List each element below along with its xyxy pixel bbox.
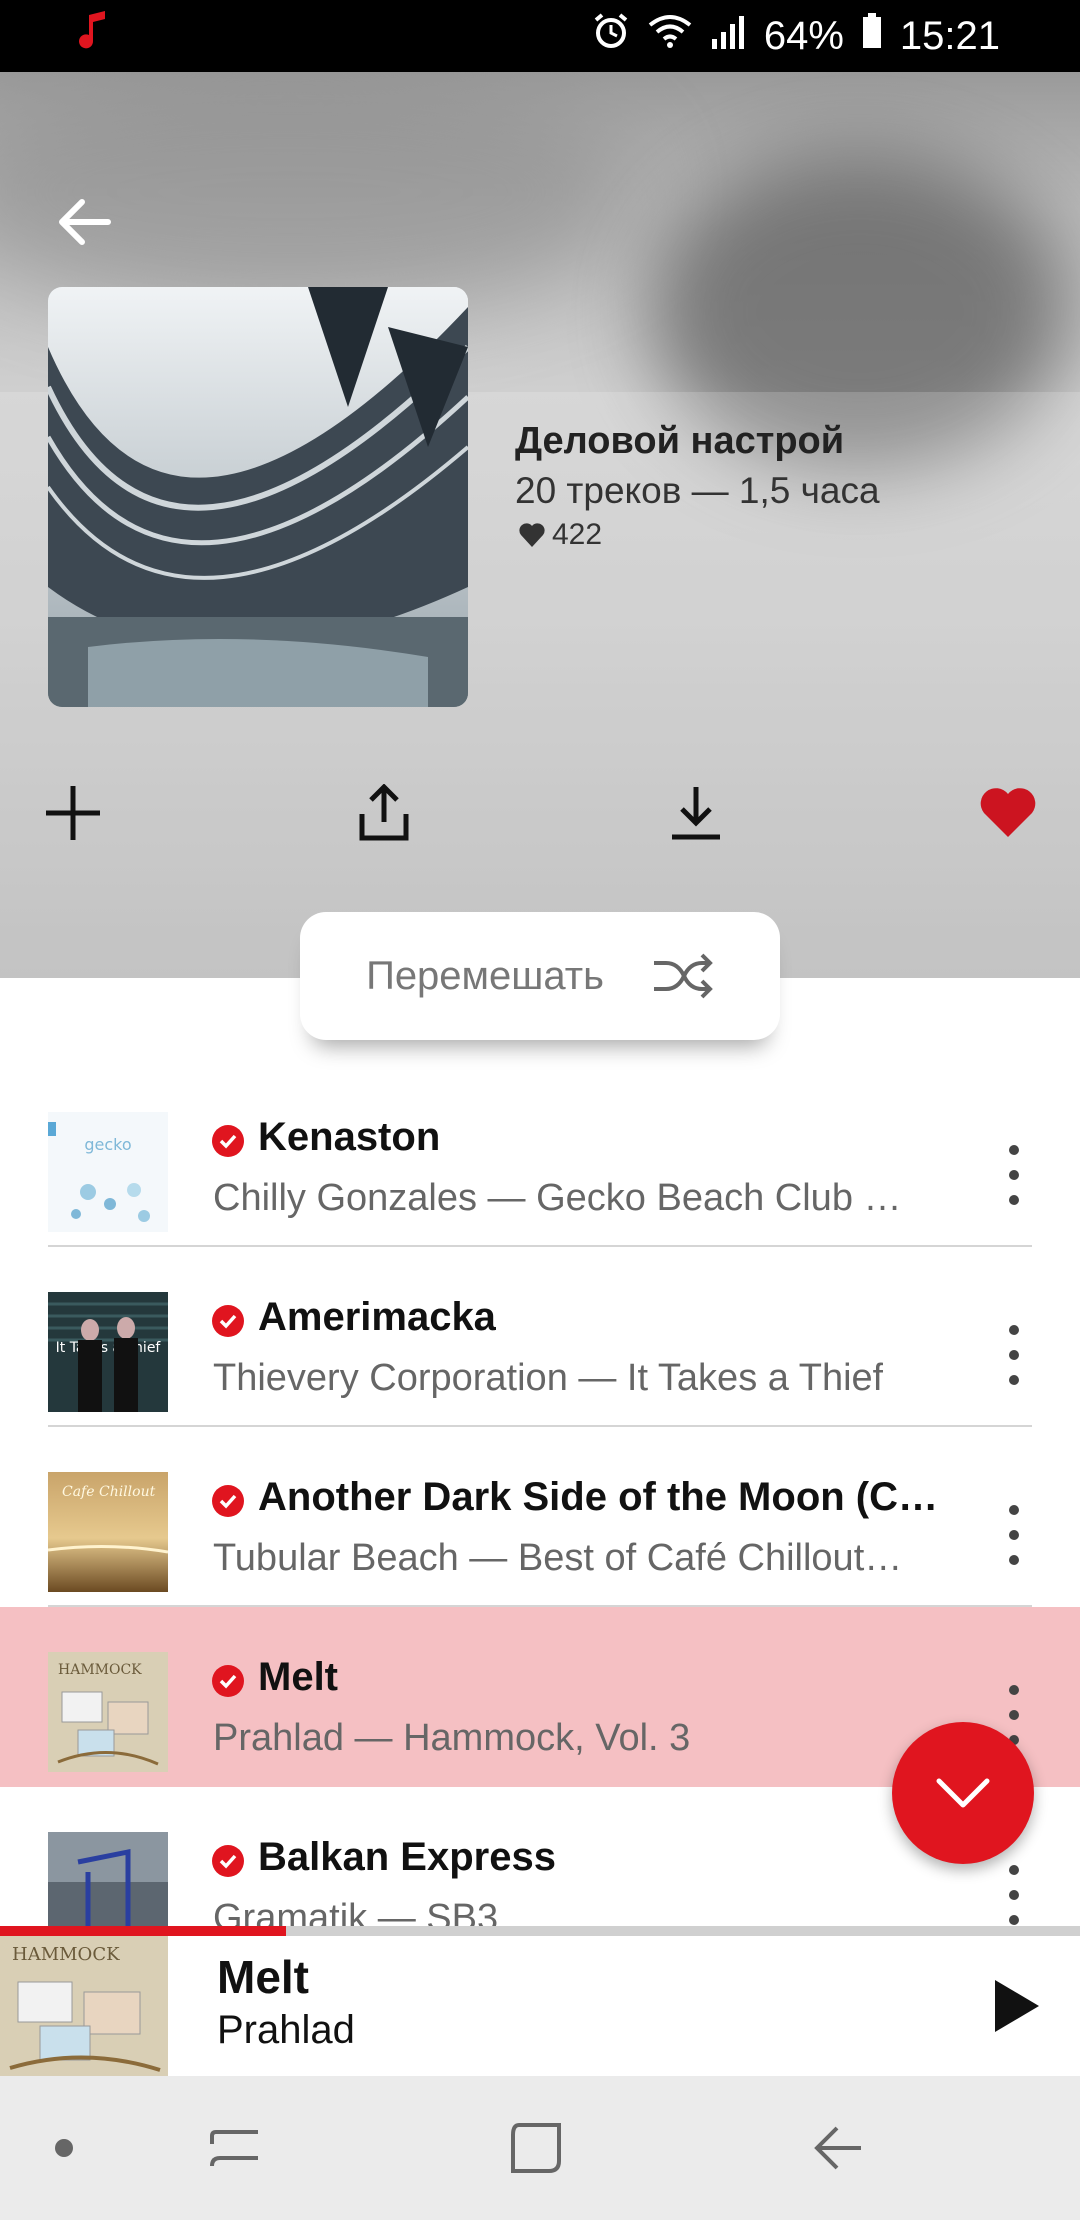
- scroll-to-current-button[interactable]: [892, 1722, 1034, 1864]
- downloaded-check-icon: [212, 1305, 244, 1337]
- progress-fill: [0, 1926, 287, 1936]
- track-subtitle: Tubular Beach — Best of Café Chillout…: [213, 1537, 903, 1579]
- play-button[interactable]: [985, 1976, 1045, 2036]
- playlist-likes: 422: [518, 518, 602, 552]
- track-subtitle: Chilly Gonzales — Gecko Beach Club …: [213, 1177, 902, 1219]
- heart-icon: [980, 788, 1036, 837]
- back-button[interactable]: [52, 190, 116, 254]
- playlist-meta: 20 треков — 1,5 часа: [515, 470, 880, 511]
- playlist-title: Деловой настрой: [515, 420, 845, 462]
- shuffle-icon: [653, 953, 713, 999]
- now-playing-artist: Prahlad: [217, 2008, 355, 2052]
- arrow-left-icon: [59, 199, 111, 245]
- svg-text:It Takes a Thief: It Takes a Thief: [56, 1340, 162, 1356]
- share-icon: [359, 784, 409, 841]
- recent-apps-button[interactable]: [205, 2118, 265, 2178]
- more-options-button[interactable]: [990, 1865, 1038, 1925]
- wifi-icon: [648, 13, 692, 59]
- playback-progress[interactable]: [0, 1926, 1080, 1936]
- track-cover: It Takes a Thief: [48, 1292, 168, 1412]
- track-subtitle: Thievery Corporation — It Takes a Thief: [213, 1357, 884, 1399]
- more-options-button[interactable]: [990, 1325, 1038, 1385]
- track-title: Balkan Express: [258, 1835, 556, 1879]
- track-row[interactable]: Cafe Chillout Another Dark Side of the M…: [0, 1427, 1080, 1607]
- plus-icon: [46, 786, 100, 840]
- add-button[interactable]: [38, 778, 108, 848]
- track-cover: Cafe Chillout: [48, 1472, 168, 1592]
- alarm-icon: [592, 12, 630, 60]
- track-title: Kenaston: [258, 1115, 441, 1159]
- like-button[interactable]: [973, 778, 1043, 848]
- system-nav-bar: [0, 2076, 1080, 2220]
- more-options-button[interactable]: [990, 1505, 1038, 1565]
- heart-small-icon: [519, 523, 545, 547]
- download-button[interactable]: [661, 778, 731, 848]
- downloaded-check-icon: [212, 1485, 244, 1517]
- track-row[interactable]: gecko Kenaston Chilly Gonzales — Gecko B…: [0, 1067, 1080, 1247]
- more-options-button[interactable]: [990, 1145, 1038, 1205]
- track-row[interactable]: It Takes a Thief Amerimacka Thievery Cor…: [0, 1247, 1080, 1427]
- downloaded-check-icon: [212, 1665, 244, 1697]
- battery-percent: 64%: [763, 13, 844, 58]
- svg-text:HAMMOCK: HAMMOCK: [58, 1662, 142, 1678]
- nav-back-button[interactable]: [808, 2118, 868, 2178]
- signal-icon: [710, 14, 746, 59]
- home-icon: [511, 2123, 561, 2173]
- nav-dot-button[interactable]: [34, 2118, 94, 2178]
- downloaded-check-icon: [212, 1125, 244, 1157]
- play-icon: [995, 1980, 1039, 2032]
- track-subtitle: Prahlad — Hammock, Vol. 3: [213, 1717, 691, 1759]
- track-subtitle: Gramatik — SB3: [213, 1897, 499, 1927]
- track-title: Another Dark Side of the Moon (C…: [258, 1475, 938, 1519]
- clock: 15:21: [899, 13, 1000, 58]
- likes-count: 422: [552, 518, 603, 551]
- track-title: Amerimacka: [258, 1295, 496, 1339]
- nav-back-icon: [814, 2126, 861, 2170]
- track-cover: GRAMATIK: [48, 1832, 168, 1927]
- now-playing-cover: HAMMOCK: [0, 1936, 168, 2076]
- share-button[interactable]: [349, 778, 419, 848]
- chevron-down-icon: [936, 1778, 990, 1808]
- svg-text:HAMMOCK: HAMMOCK: [12, 1944, 120, 1965]
- battery-icon: [862, 13, 882, 59]
- svg-text:Cafe Chillout: Cafe Chillout: [62, 1484, 156, 1500]
- music-note-icon: [75, 11, 111, 61]
- dot-icon: [55, 2139, 73, 2157]
- track-title: Melt: [258, 1655, 338, 1699]
- shuffle-button[interactable]: Перемешать: [300, 912, 780, 1040]
- shuffle-label: Перемешать: [366, 953, 604, 998]
- now-playing-title: Melt: [217, 1951, 309, 2003]
- playlist-cover: [48, 287, 468, 707]
- track-cover: gecko: [48, 1112, 168, 1232]
- mini-player[interactable]: HAMMOCK Melt Prahlad: [0, 1936, 1080, 2076]
- status-bar: 64% 15:21: [0, 0, 1080, 72]
- home-button[interactable]: [506, 2118, 566, 2178]
- track-cover: HAMMOCK: [48, 1652, 168, 1772]
- svg-text:gecko: gecko: [84, 1135, 131, 1154]
- download-icon: [672, 787, 720, 840]
- recent-apps-icon: [210, 2130, 258, 2167]
- downloaded-check-icon: [212, 1845, 244, 1877]
